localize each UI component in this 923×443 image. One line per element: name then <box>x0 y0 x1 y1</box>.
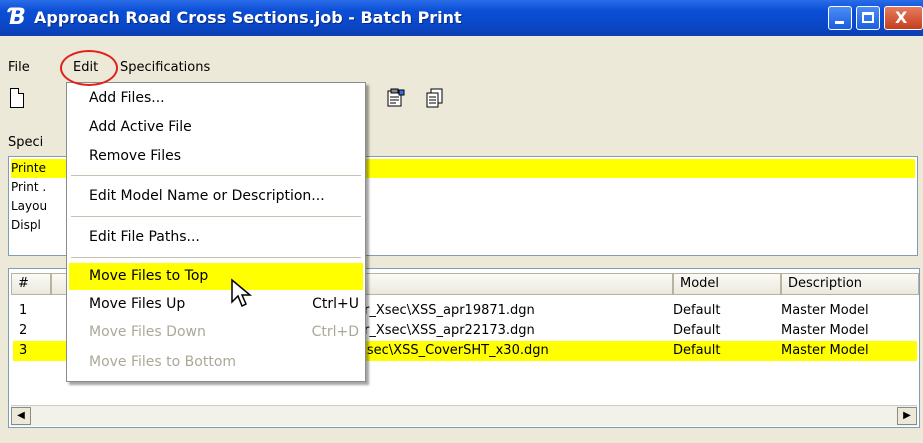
menu-separator <box>71 257 361 258</box>
column-header-number[interactable]: # <box>11 273 51 295</box>
menu-item-add-files[interactable]: Add Files... <box>69 85 363 112</box>
new-document-icon[interactable] <box>10 88 24 108</box>
horizontal-scrollbar[interactable]: ◀ ▶ <box>11 405 917 426</box>
menu-item-add-active-file[interactable]: Add Active File <box>69 114 363 141</box>
mouse-pointer-icon <box>231 278 253 308</box>
scroll-left-icon[interactable]: ◀ <box>11 407 31 425</box>
menu-item-label: Move Files Down <box>89 324 206 340</box>
menu-item-move-files-down[interactable]: Move Files Down Ctrl+D <box>69 319 363 346</box>
batch-print-window: Ɓ Approach Road Cross Sections.job - Bat… <box>0 0 923 443</box>
menu-item-label: Edit Model Name or Description... <box>89 188 325 204</box>
menu-item-label: Move Files Up <box>89 296 186 312</box>
menu-item-move-files-to-top[interactable]: Move Files to Top <box>69 263 363 290</box>
menu-specifications[interactable]: Specifications <box>120 60 210 75</box>
menu-item-label: Edit File Paths... <box>89 229 200 245</box>
menu-item-move-files-up[interactable]: Move Files Up Ctrl+U <box>69 291 363 318</box>
menu-item-label: Move Files to Top <box>89 268 209 284</box>
menu-item-shortcut: Ctrl+U <box>312 296 359 312</box>
properties-icon[interactable] <box>386 88 406 108</box>
row-description: Master Model <box>781 323 869 338</box>
menu-item-remove-files[interactable]: Remove Files <box>69 143 363 170</box>
column-header-description[interactable]: Description <box>781 273 919 295</box>
menu-item-label: Add Active File <box>89 119 192 135</box>
menu-item-label: Remove Files <box>89 148 181 164</box>
column-header-model[interactable]: Model <box>673 273 781 295</box>
menu-bar: File Edit Specifications <box>0 58 923 82</box>
menu-separator <box>71 175 361 176</box>
row-number: 1 <box>19 303 28 318</box>
edit-menu-dropdown: Add Files... Add Active File Remove File… <box>66 82 366 382</box>
menu-file[interactable]: File <box>8 60 30 75</box>
row-number: 2 <box>19 323 28 338</box>
row-model: Default <box>673 323 721 338</box>
window-title: Approach Road Cross Sections.job - Batch… <box>34 8 462 27</box>
row-model: Default <box>673 303 721 318</box>
specifications-label: Speci <box>8 135 44 150</box>
row-number: 3 <box>19 343 28 358</box>
menu-item-edit-file-paths[interactable]: Edit File Paths... <box>69 224 363 251</box>
row-description: Master Model <box>781 343 869 358</box>
menu-item-label: Add Files... <box>89 90 165 106</box>
row-model: Default <box>673 343 721 358</box>
menu-item-label: Move Files to Bottom <box>89 354 237 370</box>
menu-separator <box>71 216 361 217</box>
title-bar: Ɓ Approach Road Cross Sections.job - Bat… <box>0 0 923 36</box>
row-description: Master Model <box>781 303 869 318</box>
scroll-right-icon[interactable]: ▶ <box>897 407 917 425</box>
minimize-button[interactable] <box>828 6 852 30</box>
app-icon: Ɓ <box>8 5 26 30</box>
menu-item-shortcut: Ctrl+D <box>311 324 359 340</box>
annotation-circle <box>60 50 118 86</box>
copy-pages-icon[interactable] <box>425 88 445 108</box>
close-button[interactable] <box>884 6 923 30</box>
menu-item-move-files-to-bottom[interactable]: Move Files to Bottom <box>69 349 363 376</box>
menu-item-edit-model-name[interactable]: Edit Model Name or Description... <box>69 183 363 210</box>
maximize-button[interactable] <box>856 6 880 30</box>
